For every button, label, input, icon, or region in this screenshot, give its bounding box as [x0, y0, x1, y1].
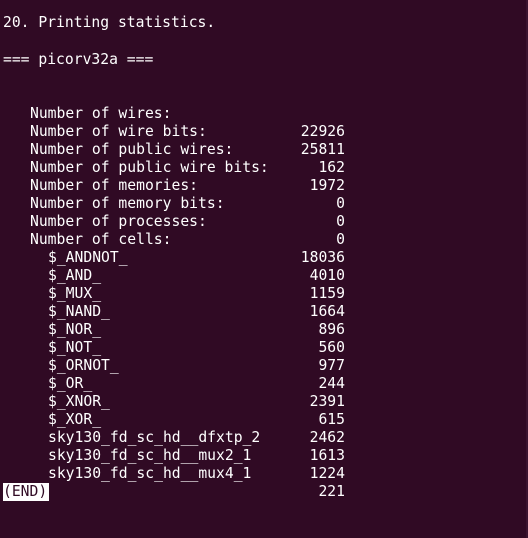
cell-row: sky130_fd_sc_hd__dfxtp_2 1613	[0, 411, 528, 464]
cell-row: sky130_fd_sc_hd__mux2_1 1224	[0, 429, 528, 482]
cell-row: $_ORNOT_ 244	[0, 339, 528, 392]
cell-row: $_XOR_ 2462	[0, 393, 528, 446]
pager-end-marker: (END)	[3, 483, 50, 501]
cell-row: $_NAND_ 896	[0, 285, 528, 338]
terminal-window[interactable]: 20. Printing statistics. === picorv32a =…	[0, 0, 528, 538]
cell-row: $_ANDNOT_ 4010	[0, 231, 528, 284]
stat-row: Number of wire bits: 25811	[0, 105, 528, 158]
cell-row: $_XNOR_ 615	[0, 375, 528, 428]
stat-row: Number of public wire bits: 1972	[0, 141, 528, 194]
cell-row: $_OR_ 2391	[0, 357, 528, 410]
cell-row: sky130_fd_sc_hd__mux4_1 221	[0, 447, 528, 500]
cell-row: $_AND_ 1159	[0, 249, 528, 302]
stat-row: Number of wires: 22926	[0, 87, 528, 140]
cell-count: 1224	[309, 465, 345, 482]
cell-count: 221	[318, 483, 345, 500]
stat-row: Number of cells: 18036	[0, 213, 528, 266]
cell-row: $_NOT_ 977	[0, 321, 528, 374]
module-title: === picorv32a ===	[3, 51, 154, 68]
cell-row: $_MUX_ 1664	[0, 267, 528, 320]
stat-row: Number of memories: 0	[0, 159, 528, 212]
stat-row: Number of processes: 0	[0, 195, 528, 248]
cell-row: $_NOR_ 560	[0, 303, 528, 356]
stats-heading: 20. Printing statistics.	[3, 14, 216, 31]
stat-row: Number of public wires: 162	[0, 123, 528, 176]
cell-type-label: sky130_fd_sc_hd__mux4_1	[48, 465, 252, 482]
stat-row: Number of memory bits: 0	[0, 177, 528, 230]
